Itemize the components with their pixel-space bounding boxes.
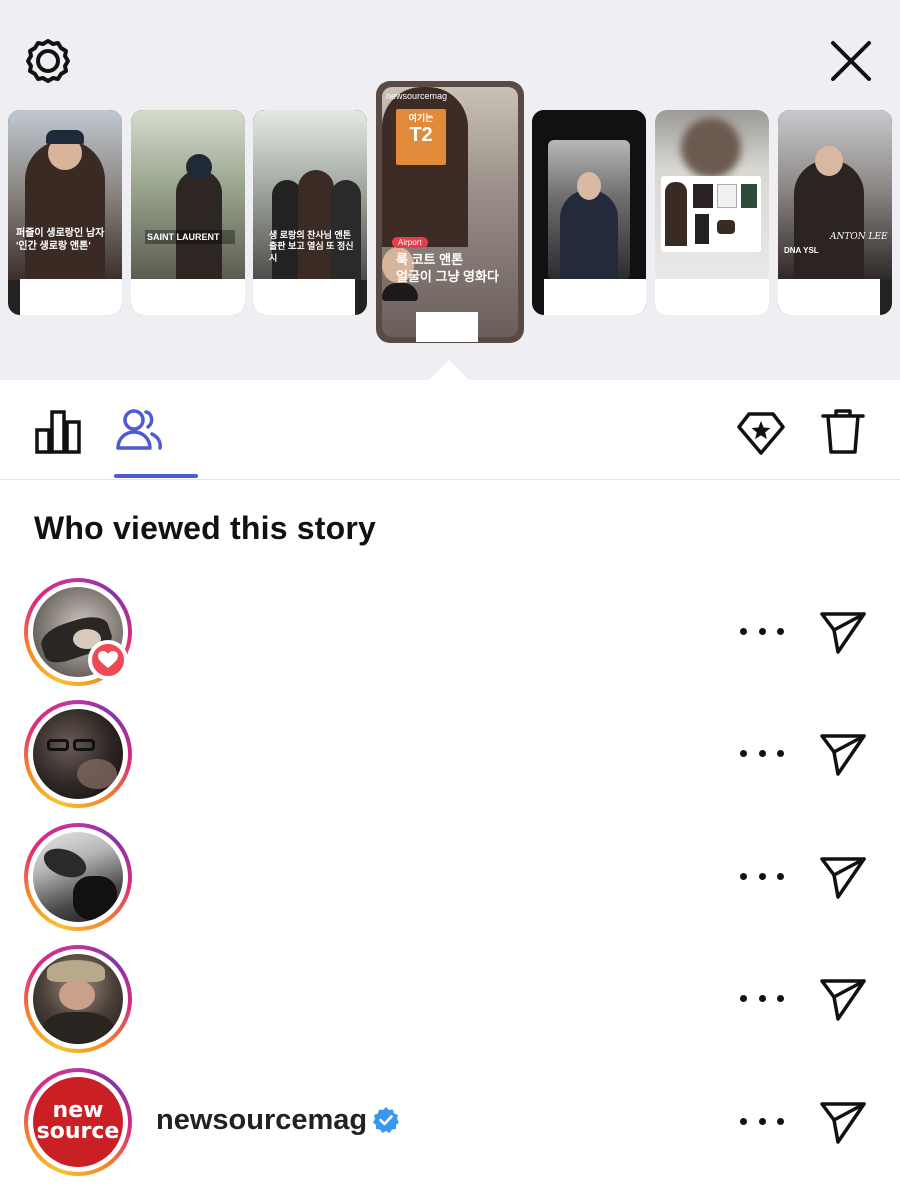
redaction-bar	[544, 279, 646, 315]
close-icon[interactable]	[826, 36, 876, 86]
more-options-button[interactable]	[740, 861, 784, 891]
redaction-bar	[253, 279, 355, 315]
redaction-bar	[655, 279, 769, 315]
newsource-logo: new source	[33, 1077, 123, 1167]
thumbnail-caption: 퍼즐이 생로랑인 남자	[16, 228, 105, 239]
redaction-bar	[131, 279, 245, 315]
story-thumbnail-7[interactable]: ANTON LEE DNA YSL	[778, 110, 892, 315]
thumbnail-caption: 출판 보고 열심 또 정신시	[269, 241, 354, 263]
thumbnail-caption: 생 로랑의 찬사님 앤톤	[269, 230, 352, 240]
logo-text: source	[36, 1119, 120, 1144]
viewers-heading: Who viewed this story	[34, 510, 377, 546]
thumbnail-caption: 얼굴이 그냥 영화다	[396, 268, 499, 284]
viewer-username[interactable]: newsourcemag	[156, 1104, 367, 1137]
send-message-icon[interactable]	[818, 1098, 868, 1148]
send-message-icon[interactable]	[818, 853, 868, 903]
sign-text: T2	[409, 124, 433, 146]
people-icon[interactable]	[114, 406, 164, 456]
story-thumbnail-2[interactable]: SAINT LAURENT	[131, 110, 245, 315]
viewer-row[interactable]	[0, 823, 900, 945]
redaction-bar	[778, 279, 880, 315]
selection-pointer	[427, 360, 471, 382]
verified-badge-icon	[373, 1107, 399, 1133]
more-options-button[interactable]	[740, 1106, 784, 1136]
viewer-row[interactable]	[0, 945, 900, 1067]
send-message-icon[interactable]	[818, 975, 868, 1025]
thumbnail-caption: 룩 코트 앤톤	[396, 252, 464, 267]
avatar[interactable]	[24, 823, 132, 931]
story-thumbnail-5[interactable]	[532, 110, 646, 315]
story-thumbnail-1[interactable]: 퍼즐이 생로랑인 남자 '인간 생로랑 앤톤'	[8, 110, 122, 315]
thumbnail-caption: ANTON LEE	[830, 232, 888, 242]
thumbnail-caption: SAINT LAURENT	[147, 232, 220, 242]
story-strip: 퍼즐이 생로랑인 남자 '인간 생로랑 앤톤' SAINT LAURENT 생 …	[0, 0, 900, 382]
viewer-row[interactable]	[0, 700, 900, 822]
avatar[interactable]	[24, 700, 132, 808]
redaction-bar	[20, 279, 122, 315]
send-message-icon[interactable]	[818, 608, 868, 658]
trash-icon[interactable]	[820, 407, 866, 457]
viewer-row[interactable]: new source newsourcemag	[0, 1068, 900, 1190]
redaction-bar	[416, 312, 478, 342]
active-tab-indicator	[114, 474, 198, 478]
avatar[interactable]: new source	[24, 1068, 132, 1176]
thumbnail-caption: '인간 생로랑 앤톤'	[16, 240, 91, 252]
thumbnail-caption: DNA YSL	[784, 246, 819, 255]
more-options-button[interactable]	[740, 983, 784, 1013]
bar-chart-icon[interactable]	[34, 408, 82, 456]
avatar[interactable]	[24, 945, 132, 1053]
viewer-row[interactable]	[0, 578, 900, 700]
more-options-button[interactable]	[740, 738, 784, 768]
gear-icon[interactable]	[22, 35, 74, 87]
more-options-button[interactable]	[740, 616, 784, 646]
send-message-icon[interactable]	[818, 730, 868, 780]
thumbnail-tag: Airport	[392, 237, 428, 248]
sign-text: 여기는	[408, 113, 434, 123]
story-thumbnail-6[interactable]	[655, 110, 769, 315]
terminal-sign: 여기는 T2	[396, 109, 446, 165]
liked-heart-icon	[88, 640, 128, 680]
story-thumbnail-selected[interactable]: newsourcemag 여기는 T2 Airport 룩 코트 앤톤 얼굴이 …	[376, 81, 524, 343]
story-thumbnail-3[interactable]: 생 로랑의 찬사님 앤톤 출판 보고 열심 또 정신시	[253, 110, 367, 315]
story-toolbar	[0, 380, 900, 480]
thumbnail-account: newsourcemag	[386, 91, 448, 101]
diamond-star-icon[interactable]	[736, 408, 786, 458]
